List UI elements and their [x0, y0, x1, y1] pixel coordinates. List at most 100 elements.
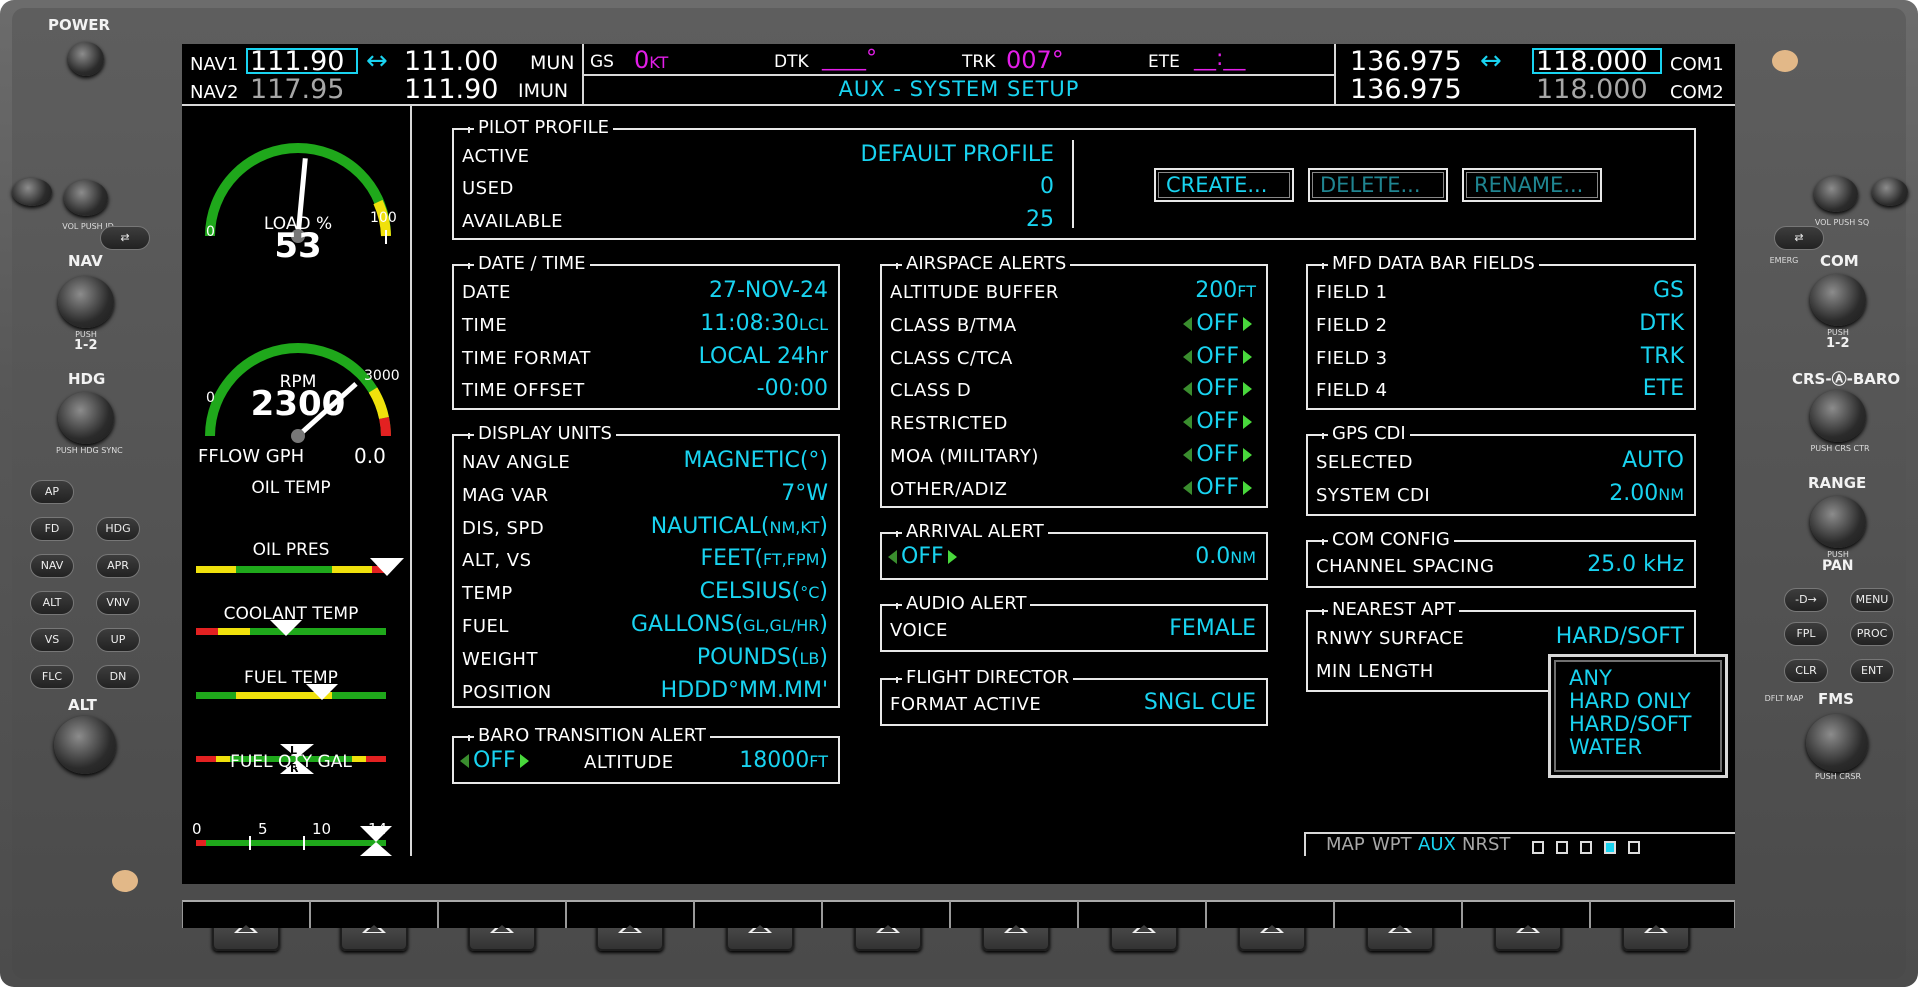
temp-value[interactable]: CELSIUS(°C) [700, 579, 828, 604]
dis-spd-value[interactable]: NAUTICAL(NM,KT) [651, 514, 828, 539]
fuel-value[interactable]: GALLONS(GL,GL/HR) [631, 612, 828, 637]
position-value[interactable]: HDDD°MM.MM' [661, 678, 828, 703]
surface-option-any[interactable]: ANY [1569, 667, 1612, 690]
create-button[interactable]: CREATE... [1154, 168, 1294, 202]
fuel-temp-label: FUEL TEMP [244, 668, 338, 688]
baro-alert-title: BARO TRANSITION ALERT [468, 725, 710, 747]
field-3-value[interactable]: TRK [1641, 344, 1684, 369]
com-vol-knob-outer[interactable] [1872, 178, 1908, 206]
arrow-left-icon [1183, 382, 1193, 396]
direct-to-button[interactable]: -D→ [1784, 588, 1828, 612]
nav-swap-button[interactable]: ⇄ [100, 226, 150, 250]
altitude-buffer-value[interactable]: 200FT [1195, 278, 1256, 303]
menu-button[interactable]: MENU [1850, 588, 1894, 612]
vs-button[interactable]: VS [30, 628, 74, 652]
field-2-value[interactable]: DTK [1639, 311, 1684, 336]
fpl-button[interactable]: FPL [1784, 622, 1828, 646]
hdg-button[interactable]: HDG [96, 517, 140, 541]
range-knob[interactable] [1810, 496, 1866, 548]
arrival-alert-distance[interactable]: 0.0NM [1195, 544, 1256, 569]
power-knob[interactable] [68, 42, 104, 76]
restricted-toggle[interactable]: OFF [1183, 409, 1252, 434]
date-value[interactable]: 27-NOV-24 [709, 278, 828, 303]
nav-vol-knob-outer[interactable] [12, 178, 52, 206]
baro-altitude-value[interactable]: 18000FT [739, 748, 828, 773]
format-active-value[interactable]: SNGL CUE [1144, 690, 1256, 715]
rename-button[interactable]: RENAME... [1462, 168, 1602, 202]
rpm-max: 3000 [364, 368, 400, 384]
class-d-toggle[interactable]: OFF [1183, 376, 1252, 401]
ap-button[interactable]: AP [30, 480, 74, 504]
hdg-knob[interactable] [58, 392, 114, 444]
class-b-label: CLASS B/TMA [890, 315, 1017, 336]
rpm-arc-red [379, 416, 391, 437]
baro-alert-toggle[interactable]: OFF [460, 748, 529, 773]
vol-push-sq-label: VOL PUSH SQ [1814, 218, 1870, 227]
oil-pres-label: OIL PRES [252, 540, 330, 560]
dn-button[interactable]: DN [96, 665, 140, 689]
time-offset-value[interactable]: -00:00 [757, 376, 828, 401]
fd-button[interactable]: FD [30, 517, 74, 541]
time-format-value[interactable]: LOCAL 24hr [699, 344, 828, 369]
rnwy-surface-value[interactable]: HARD/SOFT [1556, 624, 1684, 649]
proc-button[interactable]: PROC [1850, 622, 1894, 646]
up-button[interactable]: UP [96, 628, 140, 652]
arrow-left-icon [1183, 481, 1193, 495]
crs-baro-knob[interactable] [1810, 390, 1866, 442]
class-d-value: OFF [1196, 376, 1239, 401]
airspace-alerts-box: AIRSPACE ALERTS ALTITUDE BUFFER 200FT CL… [880, 253, 1268, 508]
nav-knob[interactable] [58, 276, 114, 328]
surface-option-water[interactable]: WATER [1569, 736, 1642, 759]
flc-button[interactable]: FLC [30, 665, 74, 689]
com-vol-knob[interactable] [1814, 176, 1858, 212]
mag-var-value[interactable]: 7°W [781, 481, 828, 506]
ent-button[interactable]: ENT [1850, 659, 1894, 683]
alt-vs-unit: FT,FPM [762, 550, 820, 569]
vnv-button[interactable]: VNV [96, 591, 140, 615]
cdi-selected-label: SELECTED [1316, 452, 1413, 473]
apr-button[interactable]: APR [96, 554, 140, 578]
time-value[interactable]: 11:08:30LCL [700, 311, 828, 336]
alt-knob[interactable] [54, 716, 116, 774]
fms-label: FMS [1818, 690, 1854, 708]
arrow-right-icon [1243, 317, 1252, 331]
class-b-toggle[interactable]: OFF [1183, 311, 1252, 336]
pilot-profile-title: PILOT PROFILE [467, 117, 614, 139]
nav-angle-value[interactable]: MAGNETIC(°) [683, 448, 828, 473]
field-1-value[interactable]: GS [1653, 278, 1684, 303]
channel-spacing-value[interactable]: 25.0 kHz [1587, 552, 1684, 577]
header-divider-mid [582, 74, 1334, 76]
clr-button[interactable]: CLR [1784, 659, 1828, 683]
rpm-value: 2300 [250, 384, 346, 424]
time-unit: LCL [799, 315, 828, 334]
field-4-value[interactable]: ETE [1643, 376, 1684, 401]
arrow-right-icon [1243, 448, 1252, 462]
profile-active-value[interactable]: DEFAULT PROFILE [834, 142, 1054, 167]
nav-vol-knob[interactable] [64, 180, 108, 216]
delete-button[interactable]: DELETE... [1308, 168, 1448, 202]
fms-knob[interactable] [1806, 714, 1868, 772]
other-adiz-toggle[interactable]: OFF [1183, 475, 1252, 500]
field-2-label: FIELD 2 [1316, 315, 1388, 336]
restricted-value: OFF [1196, 409, 1239, 434]
rpm-arc-yellow [368, 387, 389, 420]
alt-vs-text: FEET( [700, 546, 763, 571]
system-cdi-label: SYSTEM CDI [1316, 485, 1431, 506]
surface-option-hard-soft[interactable]: HARD/SOFT [1569, 713, 1691, 736]
com-knob[interactable] [1810, 274, 1866, 326]
com-swap-button[interactable]: ⇄ [1774, 226, 1824, 250]
softkey-label-6 [822, 900, 950, 928]
gs-value: 0KT [634, 46, 669, 74]
arrival-alert-toggle[interactable]: OFF [888, 544, 957, 569]
moa-toggle[interactable]: OFF [1183, 442, 1252, 467]
surface-option-hard-only[interactable]: HARD ONLY [1569, 690, 1691, 713]
class-b-value: OFF [1196, 311, 1239, 336]
nav-button[interactable]: NAV [30, 554, 74, 578]
weight-value[interactable]: POUNDS(LB) [697, 645, 828, 670]
class-c-toggle[interactable]: OFF [1183, 344, 1252, 369]
voice-value[interactable]: FEMALE [1169, 616, 1256, 641]
cdi-selected-value[interactable]: AUTO [1622, 448, 1684, 473]
alt-vs-value[interactable]: FEET(FT,FPM) [700, 546, 828, 571]
position-label: POSITION [462, 682, 552, 703]
alt-button[interactable]: ALT [30, 591, 74, 615]
